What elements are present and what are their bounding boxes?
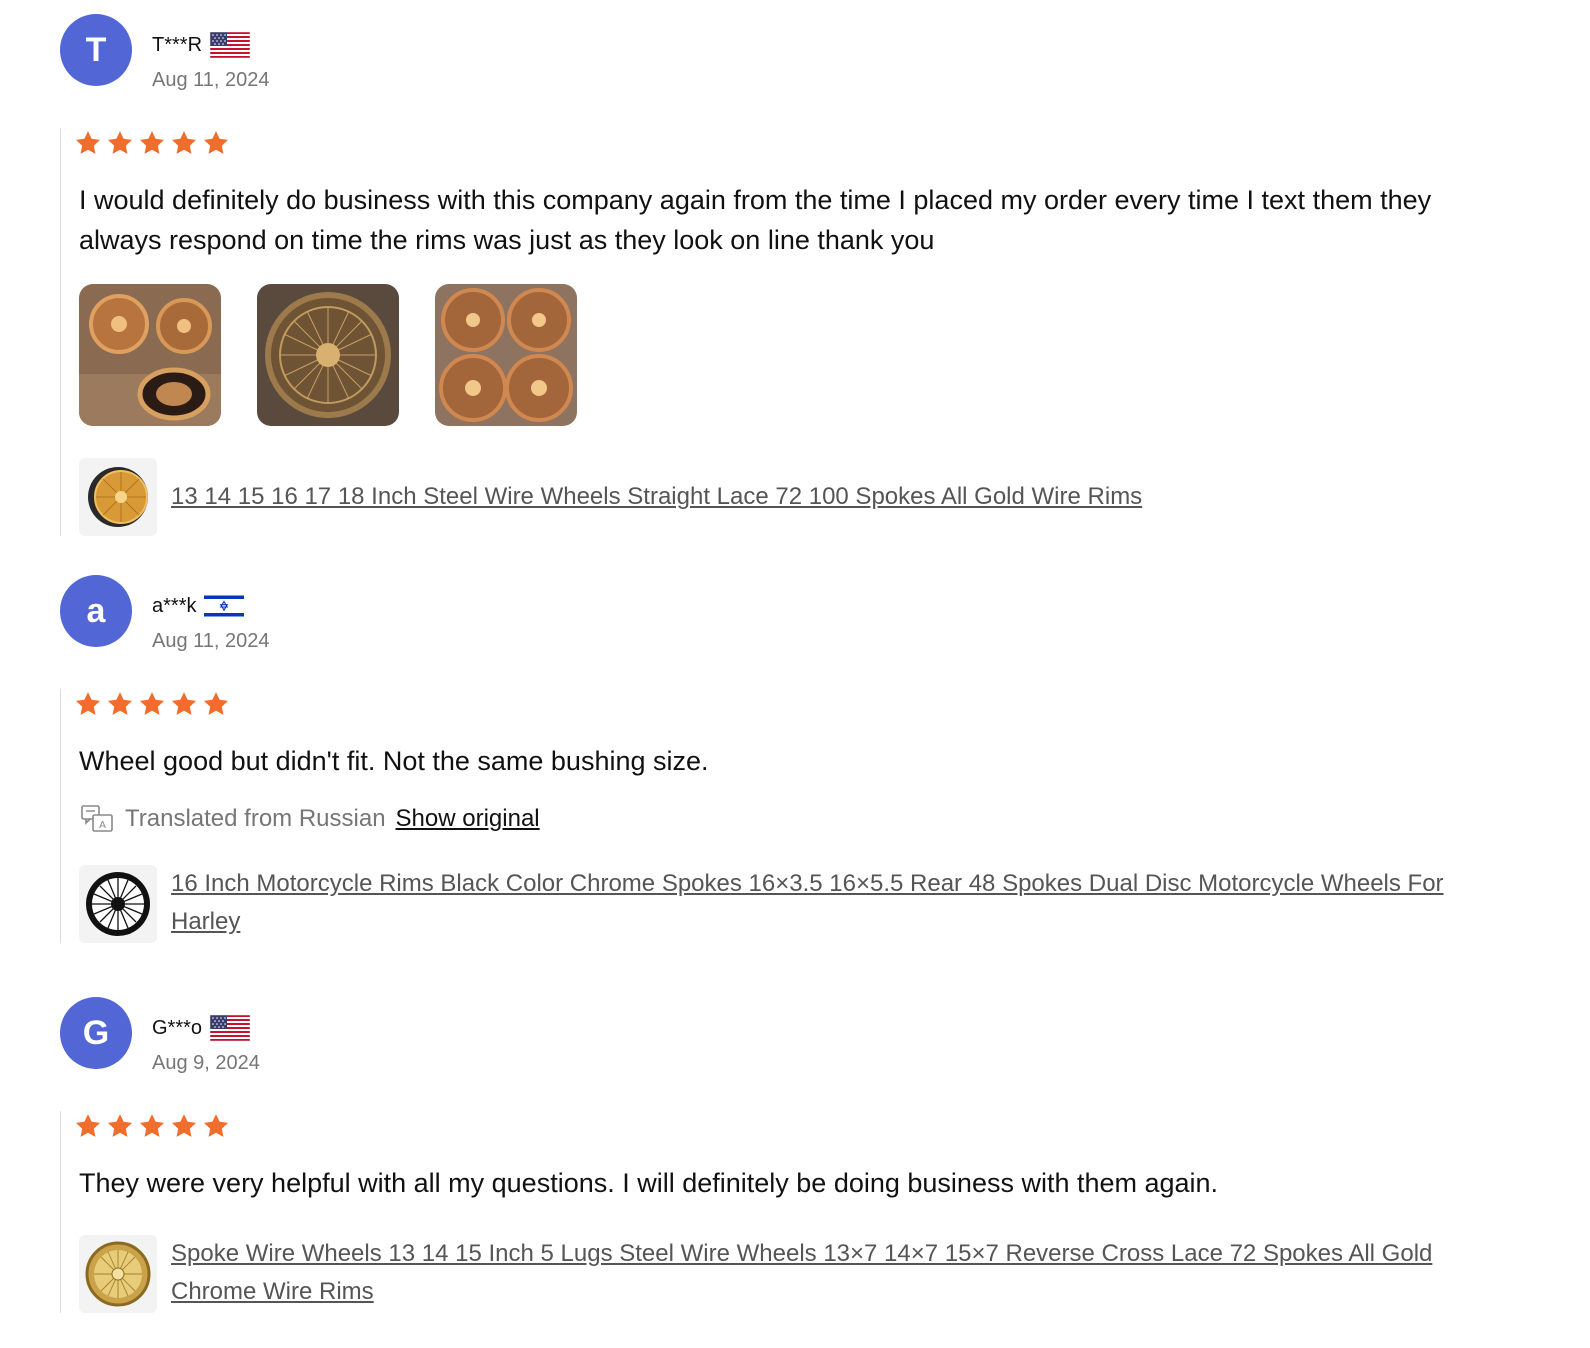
- product-title-link[interactable]: Spoke Wire Wheels 13 14 15 Inch 5 Lugs S…: [171, 1235, 1471, 1311]
- il-flag-icon: [204, 593, 244, 619]
- star-rating: [74, 1111, 1520, 1141]
- product-title-link[interactable]: 16 Inch Motorcycle Rims Black Color Chro…: [171, 865, 1471, 941]
- user-name: G***o: [152, 1016, 203, 1039]
- user-name: T***R: [152, 33, 203, 56]
- star-icon: [74, 690, 102, 718]
- product-link-row[interactable]: Spoke Wire Wheels 13 14 15 Inch 5 Lugs S…: [79, 1235, 1520, 1313]
- user-name-row: a***k: [152, 593, 244, 619]
- user-name-row: G***o: [152, 1015, 250, 1041]
- star-icon: [138, 1112, 166, 1140]
- user-name-row: T***R: [152, 32, 250, 58]
- review-text: They were very helpful with all my quest…: [79, 1168, 1219, 1198]
- review-card: G G***o Aug 9, 2024 They were very helpf…: [60, 997, 1520, 1313]
- review-photos: [79, 284, 1520, 426]
- review-header: a a***k Aug 11, 2024: [60, 575, 1520, 652]
- star-icon: [74, 129, 102, 157]
- us-flag-icon: [210, 32, 250, 58]
- star-icon: [170, 690, 198, 718]
- black-motorcycle-wheel-thumbnail[interactable]: [79, 865, 157, 943]
- star-icon: [106, 1112, 134, 1140]
- star-icon: [202, 129, 230, 157]
- translation-text: Translated from Russian: [125, 805, 386, 832]
- four-gold-wheels-photo[interactable]: [435, 284, 577, 426]
- review-body: I would definitely do business with this…: [60, 128, 1520, 536]
- review-card: T T***R Aug 11, 2024 I would definitely …: [60, 14, 1520, 536]
- review-header: T T***R Aug 11, 2024: [60, 14, 1520, 91]
- us-flag-icon: [210, 1015, 250, 1041]
- review-date: Aug 11, 2024: [152, 69, 270, 91]
- review-date: Aug 9, 2024: [152, 1052, 260, 1074]
- gold-wire-wheels-photo[interactable]: [79, 284, 221, 426]
- review-date: Aug 11, 2024: [152, 630, 270, 652]
- review-text: Wheel good but didn't fit. Not the same …: [79, 746, 709, 776]
- star-icon: [170, 1112, 198, 1140]
- star-icon: [106, 690, 134, 718]
- avatar: a: [60, 575, 132, 647]
- translation-note: A Translated from Russian Show original: [79, 801, 1520, 837]
- star-rating: [74, 128, 1520, 158]
- avatar: G: [60, 997, 132, 1069]
- translate-icon: A: [81, 805, 113, 832]
- star-icon: [170, 129, 198, 157]
- star-icon: [202, 1112, 230, 1140]
- review-body: Wheel good but didn't fit. Not the same …: [60, 689, 1520, 943]
- svg-text:A: A: [99, 820, 106, 831]
- star-rating: [74, 689, 1520, 719]
- avatar: T: [60, 14, 132, 86]
- review-header: G G***o Aug 9, 2024: [60, 997, 1520, 1074]
- review-body: They were very helpful with all my quest…: [60, 1111, 1520, 1313]
- gold-wire-wheel-closeup-photo[interactable]: [257, 284, 399, 426]
- show-original-link[interactable]: Show original: [396, 805, 540, 833]
- product-link-row[interactable]: 16 Inch Motorcycle Rims Black Color Chro…: [79, 865, 1520, 943]
- product-title-link[interactable]: 13 14 15 16 17 18 Inch Steel Wire Wheels…: [171, 458, 1142, 516]
- user-name: a***k: [152, 594, 197, 617]
- product-link-row[interactable]: 13 14 15 16 17 18 Inch Steel Wire Wheels…: [79, 458, 1520, 536]
- star-icon: [106, 129, 134, 157]
- gold-wire-wheel-thumbnail[interactable]: [79, 458, 157, 536]
- review-card: a a***k Aug 11, 2024 Wheel good but didn…: [60, 575, 1520, 943]
- star-icon: [138, 690, 166, 718]
- star-icon: [202, 690, 230, 718]
- star-icon: [138, 129, 166, 157]
- review-text: I would definitely do business with this…: [79, 185, 1432, 255]
- gold-chrome-wire-wheel-thumbnail[interactable]: [79, 1235, 157, 1313]
- star-icon: [74, 1112, 102, 1140]
